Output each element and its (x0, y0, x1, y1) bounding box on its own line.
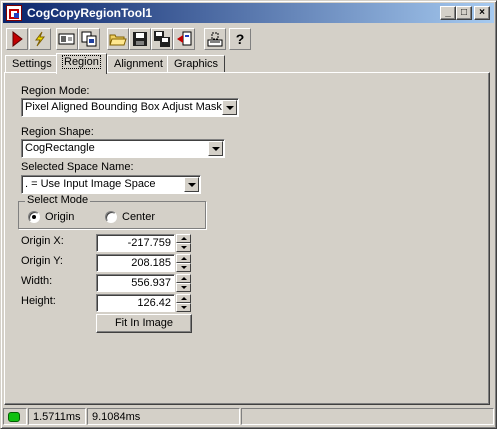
tab-graphics-label: Graphics (174, 58, 219, 70)
toolbar: ? (3, 25, 494, 53)
minimize-button[interactable]: _ (440, 6, 456, 20)
fit-in-image-button[interactable]: Fit In Image (96, 314, 192, 333)
selected-space-value: . = Use Input Image Space (25, 178, 156, 190)
region-mode-value: Pixel Aligned Bounding Box Adjust Mask (25, 101, 222, 113)
run-button[interactable] (6, 28, 28, 50)
chevron-down-icon[interactable] (222, 100, 237, 115)
origin-y-label: Origin Y: (21, 255, 63, 267)
close-button[interactable]: × (474, 6, 490, 20)
electric-icon (35, 31, 46, 47)
region-shape-value: CogRectangle (25, 142, 95, 154)
tab-region[interactable]: Region (56, 53, 107, 74)
status-message-pane (241, 408, 494, 425)
height-label: Height: (21, 295, 56, 307)
selected-space-label: Selected Space Name: (21, 161, 134, 173)
origin-radio-label[interactable]: Origin (45, 211, 74, 223)
status-led-icon (8, 412, 20, 422)
center-radio[interactable] (105, 211, 117, 223)
window-title: CogCopyRegionTool1 (27, 6, 153, 20)
chevron-down-icon[interactable] (184, 177, 199, 192)
spin-down-icon[interactable] (176, 303, 191, 312)
origin-x-field[interactable]: -217.759 (96, 234, 175, 252)
app-icon[interactable] (6, 5, 22, 21)
spin-up-icon[interactable] (176, 274, 191, 283)
open-button[interactable] (107, 28, 129, 50)
title-bar[interactable]: CogCopyRegionTool1 _ □ × (3, 3, 494, 23)
spin-up-icon[interactable] (176, 294, 191, 303)
width-spinner[interactable] (176, 274, 191, 292)
tool-window: CogCopyRegionTool1 _ □ × ? Settings Regi… (0, 0, 497, 429)
status-bar: 1.5711ms 9.1084ms (3, 407, 494, 426)
width-field[interactable]: 556.937 (96, 274, 175, 292)
save-icon (133, 32, 147, 46)
tab-alignment-label: Alignment (114, 58, 163, 70)
tab-settings-label: Settings (12, 58, 52, 70)
tab-strip: Settings Region Alignment Graphics (3, 53, 494, 74)
help-button[interactable]: ? (229, 28, 251, 50)
spin-up-icon[interactable] (176, 254, 191, 263)
image-source-button[interactable] (56, 28, 78, 50)
origin-y-field[interactable]: 208.185 (96, 254, 175, 272)
tab-alignment[interactable]: Alignment (107, 55, 170, 73)
reset-icon (177, 31, 192, 46)
region-shape-dropdown[interactable]: CogRectangle (21, 139, 225, 158)
status-time-1: 1.5711ms (28, 408, 86, 425)
help-icon: ? (235, 31, 245, 47)
status-time-2: 9.1084ms (87, 408, 240, 425)
tab-settings[interactable]: Settings (5, 55, 59, 73)
save-button[interactable] (129, 28, 151, 50)
origin-radio[interactable] (28, 211, 40, 223)
region-panel: Region Mode: Pixel Aligned Bounding Box … (4, 72, 490, 405)
save-as-button[interactable] (151, 28, 173, 50)
open-folder-icon (109, 34, 127, 46)
region-mode-dropdown[interactable]: Pixel Aligned Bounding Box Adjust Mask (21, 98, 239, 117)
spin-up-icon[interactable] (176, 234, 191, 243)
region-shape-label: Region Shape: (21, 126, 94, 138)
tab-graphics[interactable]: Graphics (167, 55, 226, 73)
maximize-button[interactable]: □ (456, 6, 472, 20)
height-spinner[interactable] (176, 294, 191, 312)
chevron-down-icon[interactable] (208, 141, 223, 156)
run-icon (12, 31, 23, 47)
tab-region-label: Region (62, 55, 101, 69)
height-field[interactable]: 126.42 (96, 294, 175, 312)
spin-down-icon[interactable] (176, 243, 191, 252)
origin-x-label: Origin X: (21, 235, 64, 247)
spin-down-icon[interactable] (176, 283, 191, 292)
save-as-icon (154, 31, 170, 47)
status-led-pane (3, 408, 27, 425)
selected-space-dropdown[interactable]: . = Use Input Image Space (21, 175, 201, 194)
copy-button[interactable] (78, 28, 100, 50)
region-mode-label: Region Mode: (21, 85, 90, 97)
origin-y-spinner[interactable] (176, 254, 191, 272)
region-edit-button[interactable] (204, 28, 226, 50)
select-mode-title: Select Mode (25, 194, 91, 206)
copy-icon (81, 31, 97, 47)
width-label: Width: (21, 275, 53, 287)
spin-down-icon[interactable] (176, 263, 191, 272)
region-edit-icon (207, 32, 223, 47)
image-source-icon (58, 33, 75, 45)
reset-button[interactable] (173, 28, 195, 50)
electric-button[interactable] (29, 28, 51, 50)
select-mode-group: Select Mode Origin Center (18, 194, 206, 229)
center-radio-label[interactable]: Center (122, 211, 155, 223)
origin-x-spinner[interactable] (176, 234, 191, 252)
